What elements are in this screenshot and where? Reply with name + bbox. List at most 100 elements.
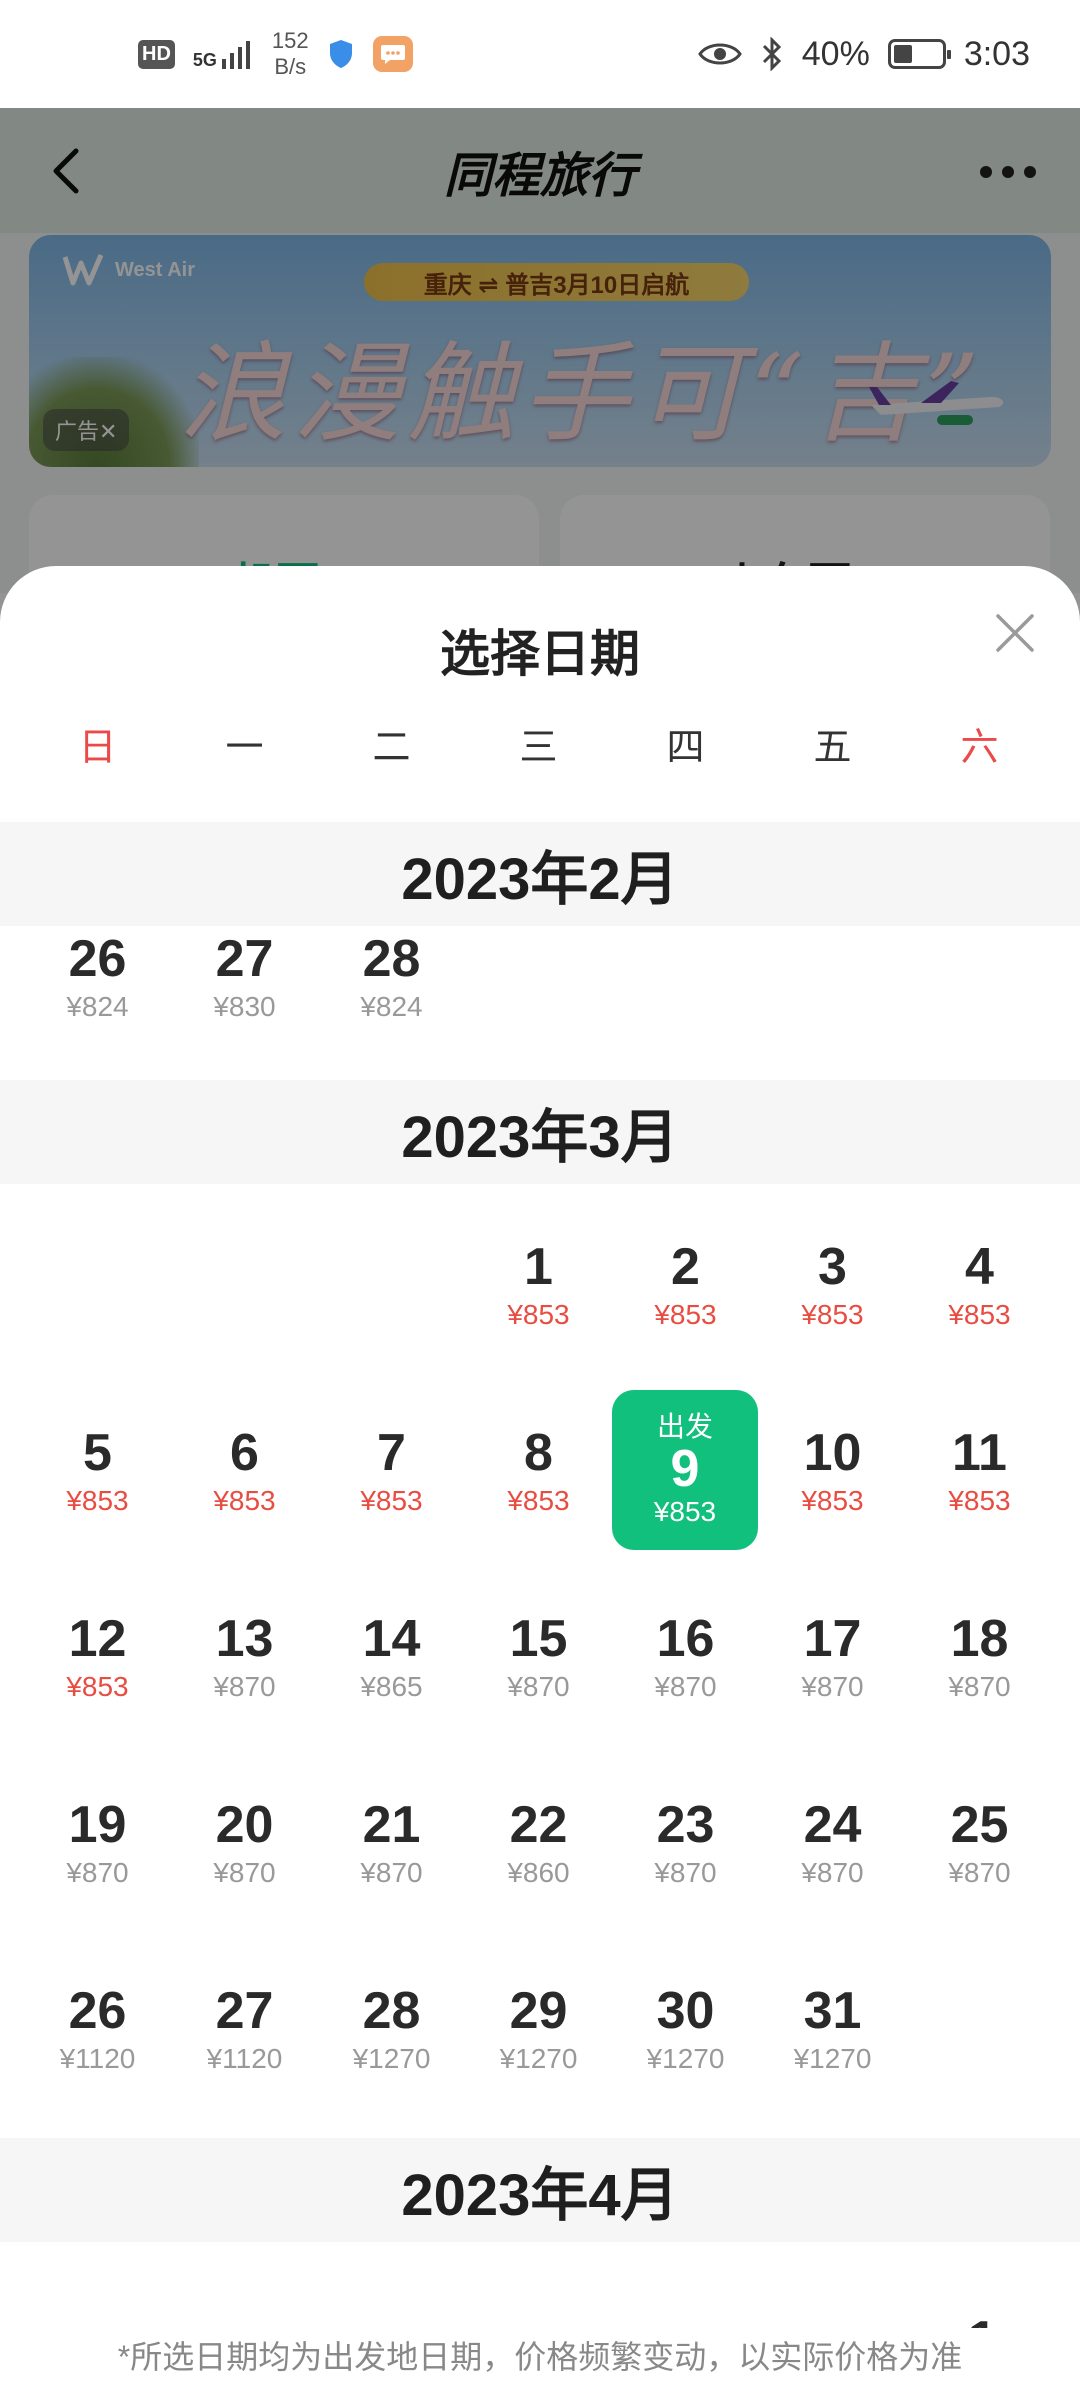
day-cell[interactable]: 22 ¥860 [465, 1762, 612, 1922]
signal-bars-icon [221, 41, 250, 69]
day-number: 31 [803, 1982, 862, 2040]
day-price: ¥1270 [499, 2043, 578, 2074]
day-price: ¥853 [653, 1496, 717, 1527]
day-cell[interactable]: 21 ¥870 [318, 1762, 465, 1922]
day-cell[interactable]: 13 ¥870 [171, 1576, 318, 1736]
date-picker-sheet: 选择日期 日 一 二 三 四 五 六 2023年2月 26 ¥824 27 ¥830 28… [0, 566, 1080, 2400]
weekday-sat: 六 [960, 727, 999, 769]
day-cell[interactable]: 20 ¥870 [171, 1762, 318, 1922]
day-number: 10 [803, 1424, 862, 1482]
day-number: 7 [377, 1424, 406, 1482]
day-cell[interactable]: 30 ¥1270 [612, 1948, 759, 2108]
day-price: ¥870 [213, 1671, 276, 1702]
day-cell[interactable]: 8 ¥853 [465, 1390, 612, 1550]
day-cell[interactable]: 28 ¥824 [318, 896, 465, 1056]
departure-tag: 出发 [656, 1411, 713, 1442]
day-price: ¥1270 [646, 2043, 725, 2074]
day-cell[interactable]: 7 ¥853 [318, 1390, 465, 1550]
day-price: ¥853 [801, 1485, 864, 1516]
day-price: ¥870 [948, 1671, 1011, 1702]
day-price: ¥870 [507, 1671, 570, 1702]
day-cell[interactable]: 27 ¥1120 [171, 1948, 318, 2108]
day-cell[interactable]: 4 ¥853 [906, 1204, 1053, 1364]
day-cell[interactable]: 24 ¥870 [759, 1762, 906, 1922]
day-cell[interactable]: 31 ¥1270 [759, 1948, 906, 2108]
day-number: 23 [656, 1796, 715, 1854]
day-price: ¥853 [213, 1485, 276, 1516]
day-cell[interactable]: 18 ¥870 [906, 1576, 1053, 1736]
day-number: 9 [670, 1440, 700, 1498]
day-cell[interactable]: 25 ¥870 [906, 1762, 1053, 1922]
day-price: ¥860 [507, 1857, 570, 1888]
day-cell[interactable]: 23 ¥870 [612, 1762, 759, 1922]
day-cell[interactable]: 5 ¥853 [24, 1390, 171, 1550]
day-cell[interactable]: 26 ¥1120 [24, 1948, 171, 2108]
day-cell[interactable]: 16 ¥870 [612, 1576, 759, 1736]
weekday-wed: 三 [519, 727, 558, 769]
day-cell[interactable]: 19 ¥870 [24, 1762, 171, 1922]
day-price: ¥1270 [793, 2043, 872, 2074]
day-number: 20 [215, 1796, 274, 1854]
day-cell[interactable]: 14 ¥865 [318, 1576, 465, 1736]
day-number: 27 [215, 1982, 274, 2040]
day-cell[interactable]: 26 ¥824 [24, 896, 171, 1056]
day-cell[interactable]: 29 ¥1270 [465, 1948, 612, 2108]
day-cell[interactable]: 6 ¥853 [171, 1390, 318, 1550]
battery-percent: 40% [801, 34, 870, 73]
day-price: ¥853 [507, 1299, 570, 1330]
bluetooth-icon [762, 37, 781, 71]
day-number: 6 [230, 1424, 259, 1482]
day-cell[interactable]: 17 ¥870 [759, 1576, 906, 1736]
day-number: 21 [362, 1796, 421, 1854]
close-icon[interactable] [994, 612, 1036, 654]
day-cell[interactable]: 12 ¥853 [24, 1576, 171, 1736]
selected-day-cell[interactable]: 出发 9 ¥853 [612, 1390, 758, 1550]
network-speed-value: 152 [271, 28, 309, 53]
status-right: 40% 3:03 [697, 34, 1030, 74]
day-price: ¥853 [654, 1299, 717, 1330]
day-price: ¥824 [360, 991, 423, 1022]
day-cell[interactable]: 10 ¥853 [759, 1390, 906, 1550]
day-cell[interactable]: 11 ¥853 [906, 1390, 1053, 1550]
day-number: 17 [803, 1610, 862, 1668]
day-price: ¥1120 [59, 2043, 136, 2074]
day-cell[interactable]: 3 ¥853 [759, 1204, 906, 1364]
month-header: 2023年4月 [0, 2138, 1080, 2242]
eye-icon [697, 43, 742, 65]
price-disclaimer: *所选日期均为出发地日期，价格频繁变动，以实际价格为准 [0, 2332, 1080, 2378]
day-number: 8 [524, 1424, 553, 1482]
day-number: 22 [509, 1796, 568, 1854]
day-price: ¥870 [213, 1857, 276, 1888]
day-price: ¥870 [360, 1857, 423, 1888]
day-cell[interactable]: 1 ¥853 [465, 1204, 612, 1364]
day-price: ¥870 [654, 1857, 717, 1888]
day-number: 15 [509, 1610, 568, 1668]
day-price: ¥853 [66, 1671, 129, 1702]
battery-icon [887, 39, 951, 69]
status-left: HD 5G 152 B/s [138, 28, 413, 80]
day-price: ¥870 [654, 1671, 717, 1702]
day-number: 24 [803, 1796, 862, 1854]
partial-day-april[interactable]: 1 [968, 2314, 998, 2328]
day-price: ¥1270 [352, 2043, 431, 2074]
day-number: 30 [656, 1982, 715, 2040]
day-price: ¥824 [66, 991, 129, 1022]
day-number: 28 [362, 1982, 421, 2040]
day-number: 12 [68, 1610, 127, 1668]
day-number: 19 [68, 1796, 127, 1854]
day-number: 25 [950, 1796, 1009, 1854]
day-number: 3 [818, 1238, 847, 1296]
day-cell[interactable]: 27 ¥830 [171, 896, 318, 1056]
day-number: 26 [68, 1982, 127, 2040]
day-cell[interactable]: 2 ¥853 [612, 1204, 759, 1364]
day-cell[interactable]: 15 ¥870 [465, 1576, 612, 1736]
day-number: 13 [215, 1610, 274, 1668]
day-cell[interactable]: 28 ¥1270 [318, 1948, 465, 2108]
day-number: 11 [952, 1424, 1007, 1482]
day-number: 16 [656, 1610, 715, 1668]
network-signal-icon: 5G [193, 39, 254, 69]
day-price: ¥870 [801, 1671, 864, 1702]
hd-icon: HD [138, 39, 175, 69]
day-price: ¥853 [507, 1485, 570, 1516]
day-number: 18 [950, 1610, 1009, 1668]
